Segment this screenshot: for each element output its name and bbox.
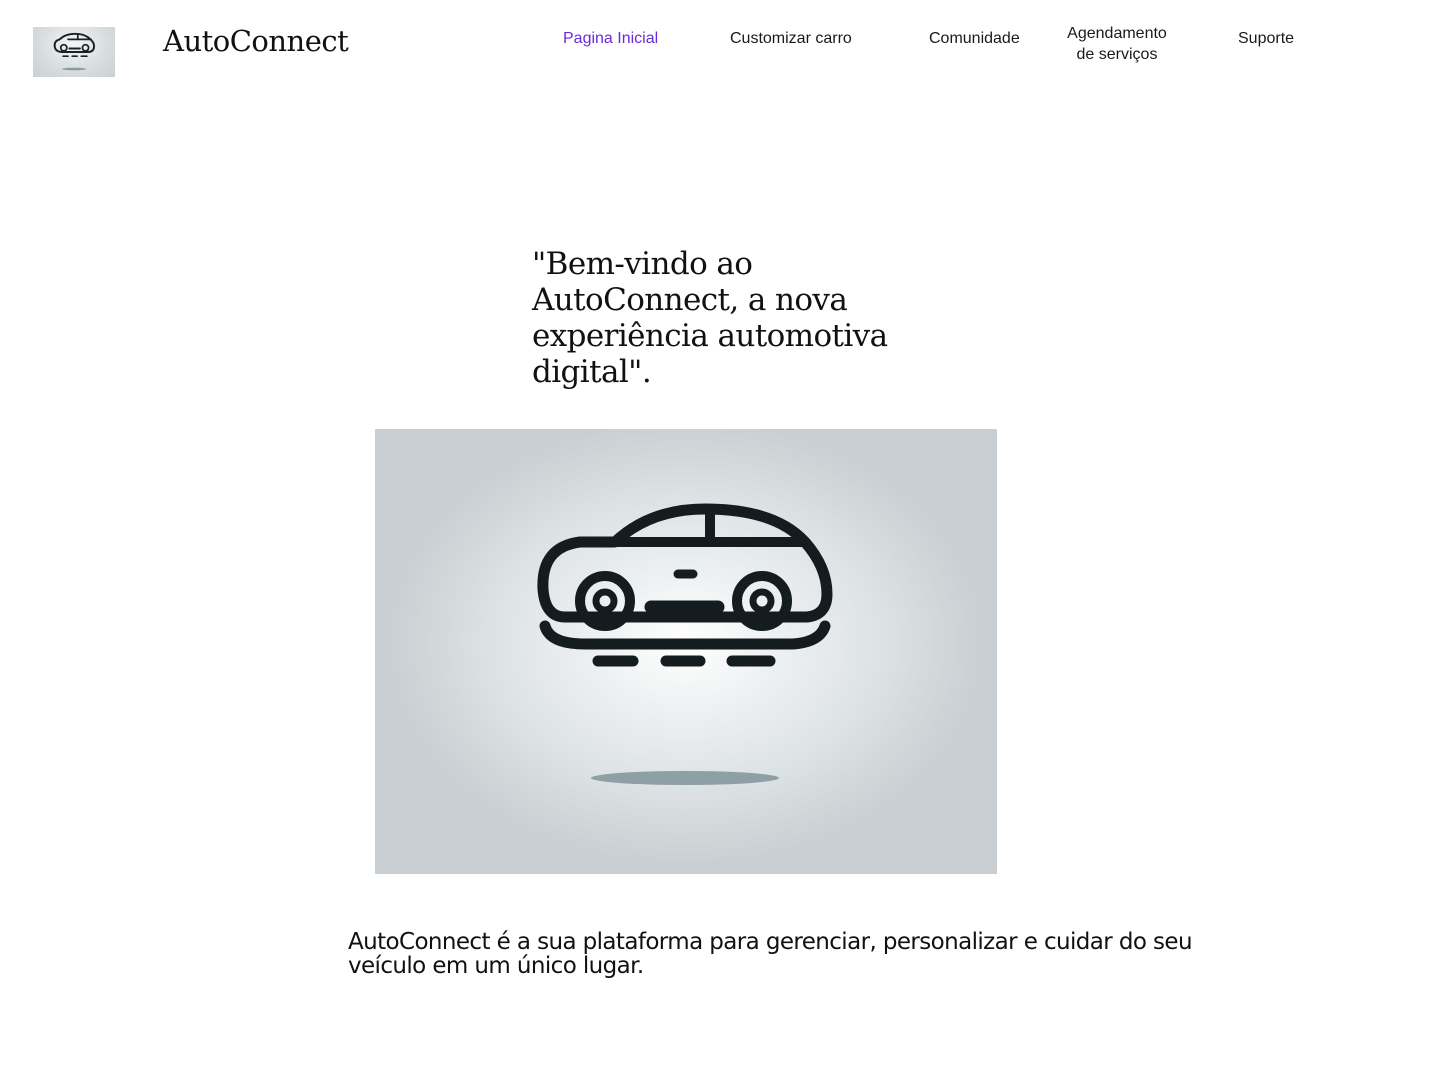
nav-link-agendamento-de-servicos[interactable]: Agendamento de serviços [1060, 23, 1174, 65]
nav-link-pagina-inicial[interactable]: Pagina Inicial [563, 28, 658, 49]
nav-link-comunidade[interactable]: Comunidade [929, 28, 1020, 49]
brand-name[interactable]: AutoConnect [163, 20, 349, 62]
logo[interactable] [33, 27, 115, 77]
hero-image [375, 429, 997, 874]
hero-description: AutoConnect é a sua plataforma para gere… [348, 929, 1193, 979]
car-icon [537, 503, 833, 785]
nav-link-label-line2: de serviços [1076, 46, 1158, 63]
nav-link-suporte[interactable]: Suporte [1238, 28, 1294, 49]
hero-title: "Bem-vindo ao AutoConnect, a nova experi… [532, 246, 888, 390]
nav-link-label-line1: Agendamento [1067, 25, 1167, 42]
car-icon [53, 32, 96, 71]
nav-link-customizar-carro[interactable]: Customizar carro [730, 28, 852, 49]
